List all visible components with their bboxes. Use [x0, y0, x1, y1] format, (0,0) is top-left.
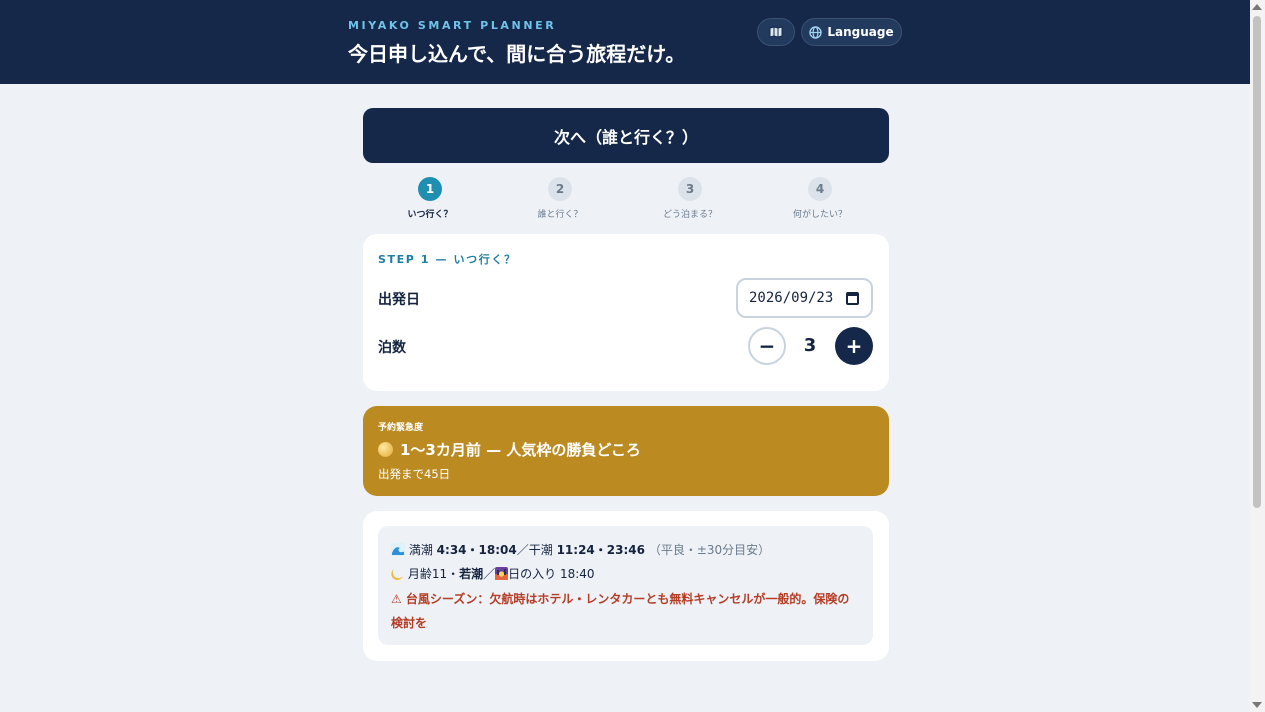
step-number: 4 [808, 177, 832, 201]
booking-urgency-card: 予約緊急度 1〜3カ月前 — 人気枠の勝負どころ 出発まで45日 [363, 406, 889, 496]
increase-nights-button[interactable]: + [835, 327, 873, 365]
step-label: どう泊まる？ [662, 210, 717, 220]
step-title: STEP 1 — いつ行く？ [378, 253, 517, 266]
nights-label: 泊数 [378, 340, 406, 356]
urgency-tag: 予約緊急度 [378, 423, 424, 433]
scroll-up-arrow-icon[interactable] [1252, 4, 1262, 10]
urgency-title-row: 1〜3カ月前 — 人気枠の勝負どころ [378, 439, 641, 460]
scrollbar-thumb[interactable] [1253, 16, 1261, 508]
tide-line: 満潮 4:34・18:04／干潮 11:24・23:46 （平良・±30分目安） [391, 541, 770, 558]
yellow-circle-icon [378, 442, 393, 457]
wave-icon [391, 543, 405, 556]
step-label: 誰と行く？ [537, 210, 583, 220]
sunset-icon [495, 567, 509, 580]
map-button[interactable] [757, 18, 795, 46]
page-scrollbar[interactable] [1250, 0, 1265, 712]
calendar-icon[interactable] [846, 291, 859, 305]
days-until-departure: 出発まで45日 [378, 467, 451, 481]
step-number: 3 [678, 177, 702, 201]
tide-note: （平良・±30分目安） [648, 543, 771, 557]
urgency-title: 1〜3カ月前 — 人気枠の勝負どころ [400, 441, 641, 459]
decrease-nights-button[interactable]: − [748, 327, 786, 365]
brand-name: MIYAKO SMART PLANNER [348, 19, 557, 32]
step-indicator-1[interactable]: 1 いつ行く？ [370, 177, 490, 220]
low-tide-times: 11:24・23:46 [556, 543, 645, 557]
step-label: 何がしたい？ [792, 210, 847, 220]
step-number: 1 [418, 177, 442, 201]
language-button[interactable]: Language [801, 18, 902, 46]
tagline: 今日申し込んで、間に合う旅程だけ。 [348, 42, 686, 66]
crescent-moon-icon [391, 569, 403, 580]
low-tide-label: 干潮 [528, 543, 553, 557]
language-label: Language [827, 25, 894, 39]
departure-label: 出発日 [378, 292, 420, 308]
step-indicator-3[interactable]: 3 どう泊まる？ [630, 177, 750, 220]
high-tide-label: 満潮 [408, 543, 433, 557]
step1-card: STEP 1 — いつ行く？ 出発日 2026/09/23 泊数 − 3 + [363, 234, 889, 391]
moon-phase: 若潮 [459, 567, 484, 581]
moon-sunset-line: 月齢11・若潮／ 日の入り 18:40 [391, 565, 595, 582]
globe-icon [809, 25, 823, 39]
high-tide-times: 4:34・18:04 [436, 543, 517, 557]
app-header: MIYAKO SMART PLANNER 今日申し込んで、間に合う旅程だけ。 L… [0, 0, 1250, 84]
departure-date-input[interactable]: 2026/09/23 [736, 278, 873, 318]
step-number: 2 [548, 177, 572, 201]
conditions-panel: 満潮 4:34・18:04／干潮 11:24・23:46 （平良・±30分目安）… [378, 526, 873, 645]
map-icon [769, 26, 783, 38]
sunset-time: 日の入り 18:40 [508, 567, 595, 581]
next-step-button[interactable]: 次へ（誰と行く？） [363, 108, 889, 163]
nights-value: 3 [803, 335, 817, 356]
departure-date-value: 2026/09/23 [749, 290, 834, 306]
moon-age: 月齢11・ [407, 567, 460, 581]
conditions-card: 満潮 4:34・18:04／干潮 11:24・23:46 （平良・±30分目安）… [363, 511, 889, 661]
step-label: いつ行く？ [407, 210, 453, 220]
step-indicator-4[interactable]: 4 何がしたい？ [760, 177, 880, 220]
typhoon-warning: ⚠ 台風シーズン：欠航時はホテル・レンタカーとも無料キャンセルが一般的。保険の検… [391, 592, 850, 630]
step-indicator-2[interactable]: 2 誰と行く？ [500, 177, 620, 220]
scroll-down-arrow-icon[interactable] [1252, 702, 1262, 708]
